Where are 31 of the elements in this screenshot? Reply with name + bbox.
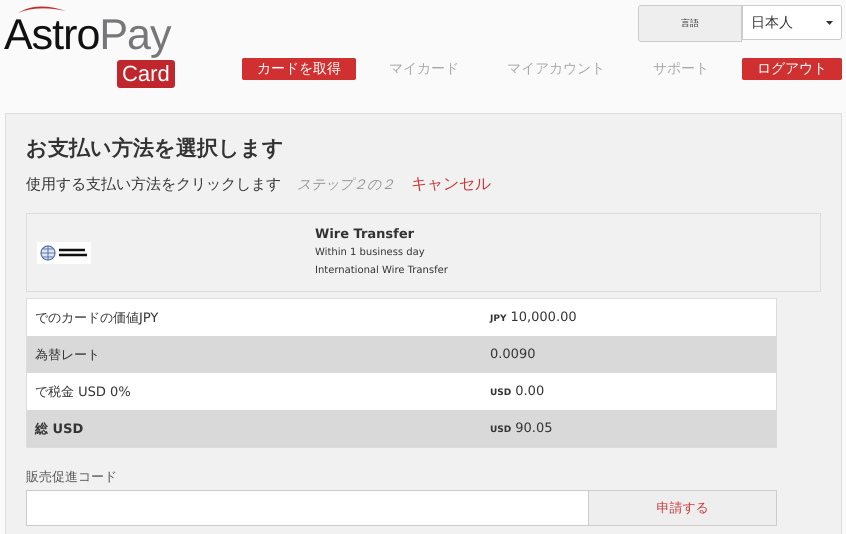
row-label: 総 USD — [34, 420, 84, 438]
cancel-link[interactable]: キャンセル — [411, 174, 491, 195]
row-value: 90.05 — [515, 421, 552, 436]
method-name: Wire Transfer — [315, 226, 416, 244]
method-detail: International Wire Transfer — [315, 264, 448, 278]
row-label: でのカードの価値JPY — [34, 310, 160, 326]
row-value: 10,000.00 — [510, 310, 577, 325]
nav-link[interactable]: ログアウト — [742, 58, 842, 80]
currency-code: USD — [490, 388, 512, 398]
row-label: 為替レート — [34, 346, 101, 364]
step-indicator: ステップ２の２ — [297, 176, 395, 194]
currency-code: JPY — [490, 314, 506, 324]
panel-title: お支払い方法を選択します — [26, 135, 285, 162]
promo-code-field[interactable] — [26, 490, 589, 526]
card-badge: Card — [117, 60, 175, 88]
caret-icon — [826, 20, 833, 24]
apply-button[interactable]: 申請する — [589, 490, 777, 526]
payment-method-card[interactable]: Wire Transfer Within 1 business day International Wire Transfer — [26, 213, 821, 292]
nav-link[interactable]: カードを取得 — [242, 58, 356, 80]
promo-label: 販売促進コード — [26, 469, 118, 486]
row-label: で税金 USD 0% — [34, 384, 132, 400]
logo-text: Pay — [99, 11, 170, 59]
globe-icon — [37, 242, 91, 264]
instruction-text: 使用する支払い方法をクリックします — [26, 175, 281, 194]
language-label: 言語 — [638, 5, 742, 42]
currency-code: USD — [490, 425, 512, 435]
language-dropdown[interactable]: 日本人 — [742, 5, 842, 40]
row-value: 0.00 — [515, 384, 544, 399]
logo-text: Astro — [4, 11, 100, 59]
method-detail: Within 1 business day — [315, 246, 426, 260]
row-value: 0.0090 — [490, 347, 536, 362]
